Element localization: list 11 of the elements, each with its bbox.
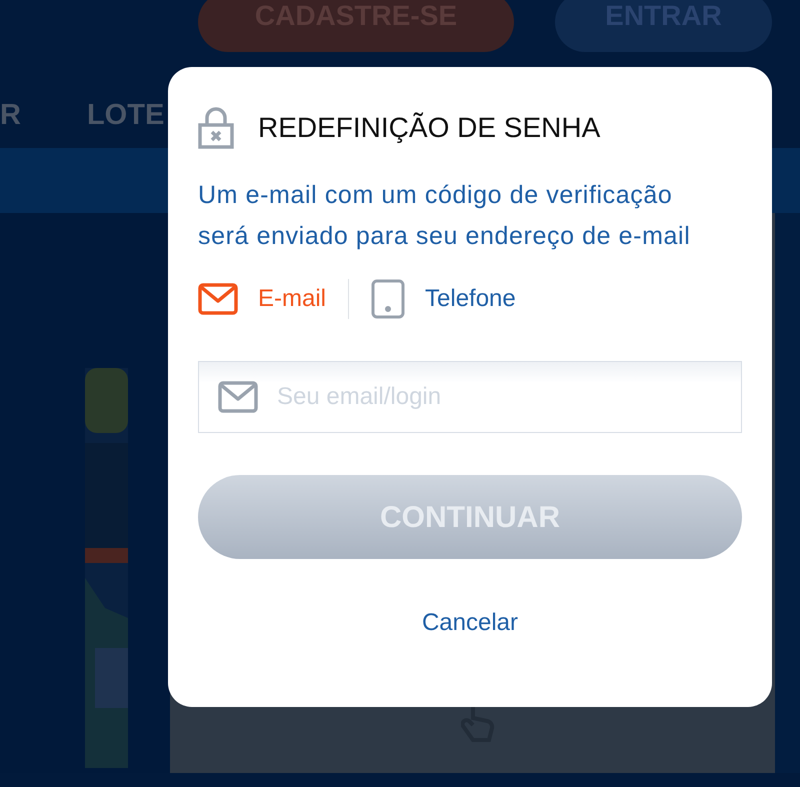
method-tab[interactable]: E-mail <box>198 281 326 317</box>
method-tab[interactable]: Telefone <box>371 279 516 319</box>
cancel-link[interactable]: Cancelar <box>422 605 518 641</box>
dialog-title: REDEFINIÇÃO DE SENHA <box>258 111 600 145</box>
envelope-icon <box>198 283 238 315</box>
nav-item[interactable]: LOTE <box>86 94 164 130</box>
description-text: Um e-mail com um código de verificação será enviado para seu endereço de e-mail <box>198 180 692 252</box>
nav-item[interactable]: R <box>0 94 21 130</box>
envelope-icon <box>218 381 258 413</box>
tablet-icon <box>371 279 406 319</box>
lock-icon <box>198 107 234 149</box>
